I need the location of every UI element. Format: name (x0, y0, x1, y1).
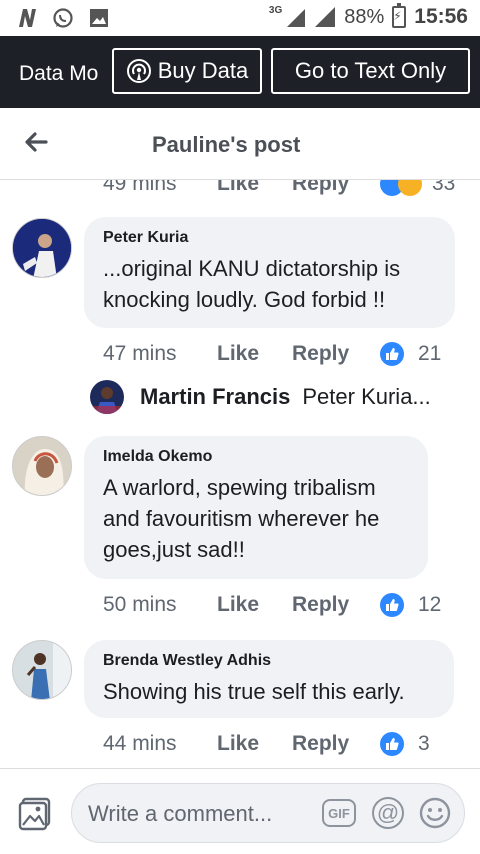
page-title: Pauline's post (152, 132, 301, 157)
comment-time: 44 mins (103, 732, 177, 755)
comment-placeholder: Write a comment... (88, 801, 273, 826)
buy-data-label: Buy Data (157, 58, 249, 83)
comments-list[interactable]: 49 mins Like Reply 33 Peter Kuria ...ori… (0, 180, 480, 768)
post-header: Pauline's post (0, 108, 480, 180)
gallery-icon (90, 9, 108, 27)
reaction-count: 33 (432, 180, 456, 195)
comment-time: 47 mins (103, 342, 177, 365)
avatar (90, 380, 124, 414)
reply-author-name: Martin Francis (140, 384, 291, 409)
whatsapp-icon (53, 8, 73, 28)
comment-composer: Write a comment... GIF @ (0, 768, 480, 854)
emoji-icon[interactable] (419, 797, 451, 829)
commenter-name[interactable]: Brenda Westley Adhis (103, 652, 434, 670)
facebook-post-comments-screen: 3G 88% 15:56 Data Mo Buy Data Go to Text… (0, 0, 480, 854)
like-reaction-icon (380, 593, 404, 617)
comment-text: ...original KANU dictatorship is knockin… (103, 256, 401, 312)
reply-snippet: Peter Kuria... (302, 384, 431, 409)
like-link[interactable]: Like (217, 593, 292, 617)
data-mode-bar: Data Mo Buy Data Go to Text Only (0, 36, 480, 108)
avatar[interactable] (12, 436, 72, 496)
text-only-label: Go to Text Only (294, 58, 447, 83)
signal-icon (287, 9, 306, 27)
gif-icon[interactable]: GIF (322, 799, 356, 827)
avatar[interactable] (12, 218, 72, 278)
data-mode-label: Data Mo (19, 62, 99, 85)
commenter-name[interactable]: Imelda Okemo (103, 448, 408, 466)
avatar-image (13, 437, 71, 495)
avatar-image (13, 219, 71, 277)
clock: 15:56 (414, 5, 468, 28)
comment-time: 50 mins (103, 593, 177, 616)
comment-meta-row: 47 mins Like Reply 21 (103, 342, 441, 366)
comment-text: Showing his true self this early. (103, 679, 405, 704)
network-type-label: 3G (268, 4, 283, 16)
like-link[interactable]: Like (217, 732, 292, 756)
reply-link[interactable]: Reply (292, 180, 380, 196)
reaction-count: 21 (418, 342, 442, 365)
comment-bubble[interactable]: Peter Kuria ...original KANU dictatorshi… (84, 217, 455, 328)
reply-link[interactable]: Reply (292, 593, 380, 617)
mention-icon[interactable]: @ (372, 797, 404, 829)
reaction-count: 3 (418, 732, 430, 755)
comment-time: 49 mins (103, 180, 177, 195)
go-to-text-only-button[interactable]: Go to Text Only (271, 48, 470, 94)
reaction-icons (380, 180, 422, 196)
commenter-name[interactable]: Peter Kuria (103, 229, 435, 247)
comment-meta-row: 49 mins Like Reply 33 (103, 180, 455, 196)
buy-data-button[interactable]: Buy Data (112, 48, 262, 94)
reaction-count: 12 (418, 593, 442, 616)
battery-icon (392, 3, 407, 28)
status-bar: 3G 88% 15:56 (0, 0, 480, 36)
signal-icon-2 (315, 7, 336, 27)
comment-bubble[interactable]: Brenda Westley Adhis Showing his true se… (84, 640, 454, 718)
back-arrow-icon[interactable] (22, 128, 50, 156)
like-link[interactable]: Like (217, 342, 292, 366)
broadcast-icon (126, 59, 151, 83)
battery-percent: 88% (344, 5, 385, 28)
avatar-image (13, 641, 71, 699)
photo-icon[interactable] (18, 797, 52, 831)
like-reaction-icon (380, 732, 404, 756)
comment-bubble[interactable]: Imelda Okemo A warlord, spewing tribalis… (84, 436, 428, 579)
app-n-icon (19, 9, 36, 27)
comment-text: A warlord, spewing tribalism and favouri… (103, 475, 380, 562)
comment-meta-row: 44 mins Like Reply 3 (103, 732, 430, 756)
comment-meta-row: 50 mins Like Reply 12 (103, 593, 441, 617)
reply-preview[interactable]: Martin Francis Peter Kuria... (90, 380, 431, 414)
comment-input[interactable]: Write a comment... GIF @ (71, 783, 465, 843)
avatar[interactable] (12, 640, 72, 700)
like-link[interactable]: Like (217, 180, 292, 196)
reply-link[interactable]: Reply (292, 342, 380, 366)
like-reaction-icon (380, 342, 404, 366)
reply-link[interactable]: Reply (292, 732, 380, 756)
